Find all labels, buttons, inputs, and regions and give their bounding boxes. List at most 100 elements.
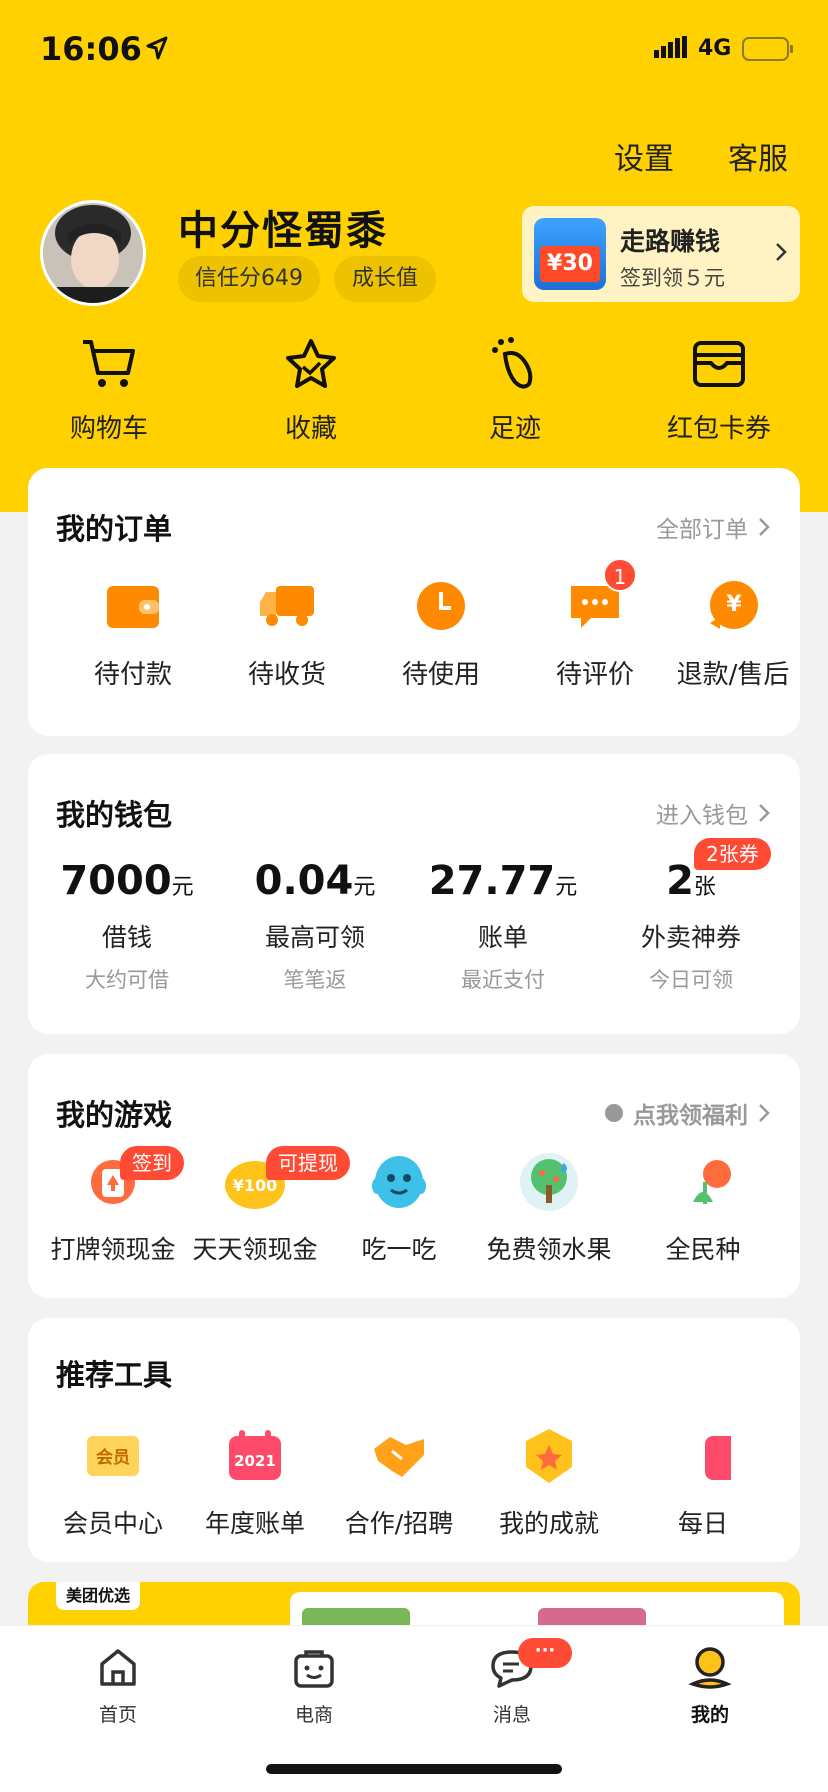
trust-score-pill[interactable]: 信任分649 xyxy=(178,256,320,302)
refund-icon: ¥ xyxy=(710,581,758,629)
wallet-borrow-sub: 大约可借 xyxy=(85,968,169,992)
chevron-right-icon xyxy=(776,243,787,261)
tool-cooperation-label: 合作/招聘 xyxy=(344,1509,454,1538)
growth-value-pill[interactable]: 成长值 xyxy=(334,256,436,302)
dot-icon xyxy=(605,1104,623,1122)
svg-text:¥: ¥ xyxy=(726,592,742,617)
wallet-card: 我的钱包 进入钱包 7000元 借钱 大约可借 0.04元 最高可领 笔笔返 2… xyxy=(28,754,800,1034)
quick-cart[interactable]: 购物车 xyxy=(24,334,194,445)
order-pending-receipt-label: 待收货 xyxy=(247,660,326,690)
orders-card: 我的订单 全部订单 待付款 待收货 待使用 1 待评价 ¥ 退款/售后 xyxy=(28,468,800,736)
order-to-use-label: 待使用 xyxy=(401,660,480,690)
tab-ecommerce[interactable]: 电商 xyxy=(254,1644,374,1727)
network-type: 4G xyxy=(698,36,732,61)
promo-coupon-text: ¥30 xyxy=(540,246,600,282)
wallet-cashback-value: 0.04元 xyxy=(254,858,376,904)
chevron-right-icon xyxy=(759,804,770,822)
order-pending-receipt[interactable]: 待收货 xyxy=(210,578,364,691)
cart-icon xyxy=(83,340,135,387)
game-eat[interactable]: 吃一吃 xyxy=(314,1150,484,1266)
avatar[interactable] xyxy=(40,200,146,306)
enter-wallet-label: 进入钱包 xyxy=(656,803,748,829)
order-to-review-label: 待评价 xyxy=(555,660,634,690)
chevron-right-icon xyxy=(759,518,770,536)
tool-daily-label: 每日 xyxy=(677,1509,728,1538)
wallet-borrow-value: 7000元 xyxy=(60,858,194,904)
all-orders-link[interactable]: 全部订单 xyxy=(656,510,770,544)
promo-subtitle: 签到领５元 xyxy=(620,266,725,290)
quick-cart-label: 购物车 xyxy=(69,414,148,444)
star-icon xyxy=(286,339,336,388)
walk-earn-card[interactable]: ¥30 走路赚钱 签到领５元 xyxy=(522,206,800,302)
wallet-cashback-sub: 笔笔返 xyxy=(283,968,347,992)
tab-ecommerce-label: 电商 xyxy=(294,1704,333,1726)
wallet-coupon[interactable]: 2张 外卖神券 今日可领 xyxy=(596,858,786,994)
wallet-title: 我的钱包 xyxy=(56,798,173,832)
order-pending-payment-label: 待付款 xyxy=(93,660,172,690)
promo-title: 走路赚钱 xyxy=(620,227,721,256)
wallet-bill-label: 账单 xyxy=(477,923,528,952)
wallet-borrow[interactable]: 7000元 借钱 大约可借 xyxy=(32,858,222,994)
settings-link[interactable]: 设置 xyxy=(614,134,674,178)
flower-icon xyxy=(693,1160,731,1204)
tab-messages[interactable]: ··· 消息 xyxy=(452,1638,572,1727)
tool-cooperation[interactable]: 合作/招聘 xyxy=(314,1424,484,1540)
review-count-badge: 1 xyxy=(603,558,637,592)
tools-card: 推荐工具 会员 会员中心 2021 年度账单 合作/招聘 我的成就 每日 xyxy=(28,1318,800,1562)
game-free-fruit-label: 免费领水果 xyxy=(486,1235,612,1264)
tool-daily[interactable]: 每日 xyxy=(618,1424,788,1540)
wallet-card-icon xyxy=(693,341,745,387)
signal-icon xyxy=(654,36,687,58)
order-pending-payment[interactable]: 待付款 xyxy=(56,578,210,691)
benefits-label: 点我领福利 xyxy=(633,1103,748,1129)
home-indicator xyxy=(266,1764,562,1774)
avatar-photo xyxy=(43,203,143,303)
enter-wallet-link[interactable]: 进入钱包 xyxy=(656,796,770,830)
game-eat-label: 吃一吃 xyxy=(361,1235,437,1264)
wallet-bill-value: 27.77元 xyxy=(428,858,578,904)
chevron-right-icon xyxy=(759,1104,770,1122)
battery-icon xyxy=(742,37,793,61)
tab-mine-label: 我的 xyxy=(690,1704,729,1726)
game-plant-label: 全民种 xyxy=(665,1235,741,1264)
status-time: 16:06 xyxy=(40,30,142,68)
handshake-icon xyxy=(374,1437,424,1477)
calendar-2021-icon: 2021 xyxy=(229,1430,281,1480)
quick-favorites-label: 收藏 xyxy=(284,414,337,444)
wallet-cashback-label: 最高可领 xyxy=(264,923,365,952)
clock-icon xyxy=(417,582,465,630)
quick-footprint[interactable]: 足迹 xyxy=(430,334,600,445)
wallet-cashback[interactable]: 0.04元 最高可领 笔笔返 xyxy=(220,858,410,994)
order-to-review[interactable]: 1 待评价 xyxy=(518,558,672,691)
tool-achievement-label: 我的成就 xyxy=(498,1509,599,1538)
wallet-coupon-label: 外卖神券 xyxy=(640,923,741,952)
tab-mine[interactable]: 我的 xyxy=(650,1644,770,1727)
quick-red-packet[interactable]: 红包卡券 xyxy=(634,334,804,445)
quick-footprint-label: 足迹 xyxy=(488,414,541,444)
tool-achievement[interactable]: 我的成就 xyxy=(464,1424,634,1540)
member-icon-text: 会员 xyxy=(96,1447,130,1468)
customer-service-link[interactable]: 客服 xyxy=(728,134,788,178)
member-icon: 会员 xyxy=(87,1436,139,1476)
benefits-link[interactable]: 点我领福利 xyxy=(605,1096,770,1130)
wallet-bill-sub: 最近支付 xyxy=(461,968,545,992)
fruit-tree-icon xyxy=(520,1153,578,1211)
games-title: 我的游戏 xyxy=(56,1098,173,1132)
username[interactable]: 中分怪蜀黍 xyxy=(178,198,388,256)
banner-tag: 美团优选 xyxy=(56,1582,141,1610)
wallet-icon xyxy=(107,586,159,628)
tab-messages-label: 消息 xyxy=(492,1704,531,1726)
tab-home[interactable]: 首页 xyxy=(58,1644,178,1727)
achievement-icon xyxy=(526,1429,572,1483)
order-refund[interactable]: ¥ 退款/售后 xyxy=(668,578,798,691)
daily-icon xyxy=(705,1436,731,1480)
wallet-bill[interactable]: 27.77元 账单 最近支付 xyxy=(408,858,598,994)
quick-red-packet-label: 红包卡券 xyxy=(666,414,771,444)
order-to-use[interactable]: 待使用 xyxy=(364,578,518,691)
promo-coupon-icon: ¥30 xyxy=(534,218,606,290)
quick-favorites[interactable]: 收藏 xyxy=(226,334,396,445)
game-free-fruit[interactable]: 免费领水果 xyxy=(464,1150,634,1266)
game-plant[interactable]: 全民种 xyxy=(618,1150,788,1266)
all-orders-label: 全部订单 xyxy=(656,517,748,543)
message-badge: ··· xyxy=(518,1638,572,1668)
